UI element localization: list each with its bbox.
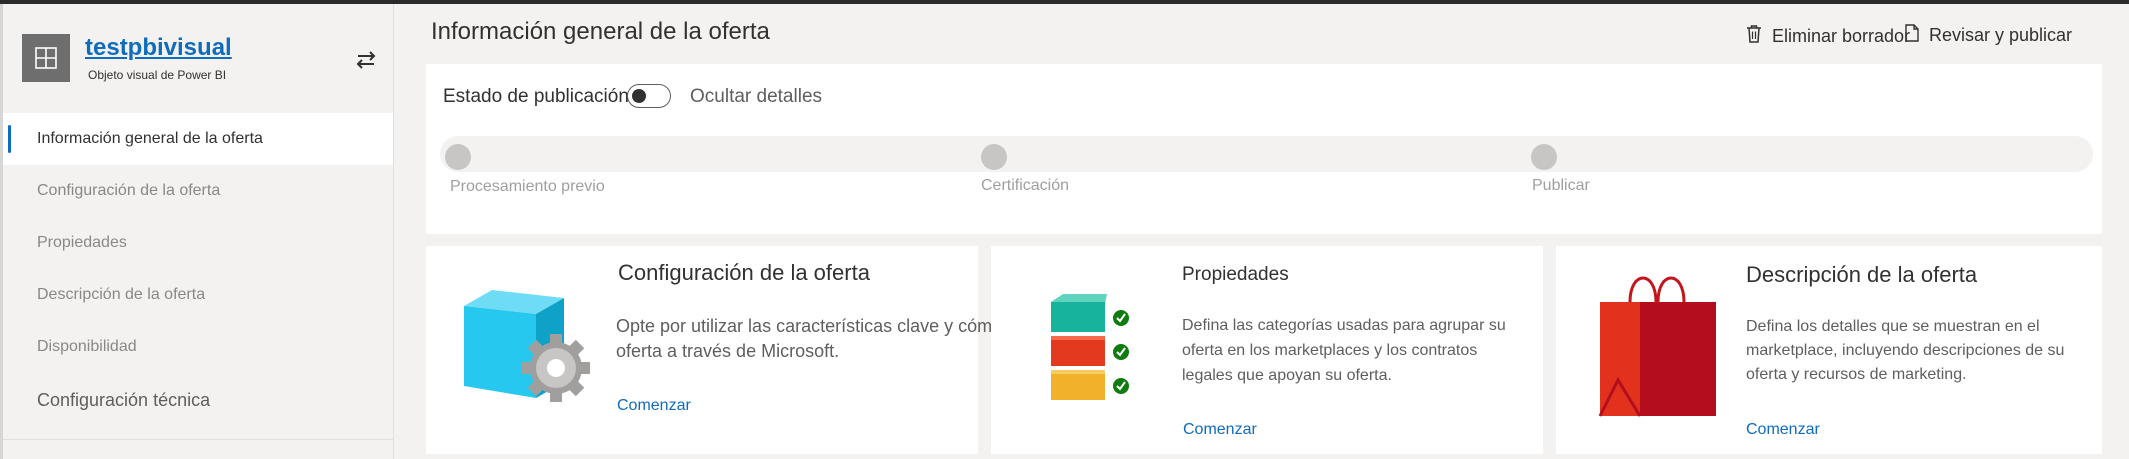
offer-setup-card: Configuración de la oferta Opte por util… xyxy=(426,246,1086,454)
sidebar-item-offer-listing[interactable]: Descripción de la oferta xyxy=(3,269,393,321)
card-title: Descripción de la oferta xyxy=(1746,262,1978,287)
sidebar-item-offer-setup[interactable]: Configuración de la oferta xyxy=(3,165,393,217)
sidebar-nav: Información general de la oferta Configu… xyxy=(3,113,393,427)
publish-status-label: Estado de publicación xyxy=(443,86,629,107)
document-icon xyxy=(1905,24,1919,47)
sidebar-item-properties[interactable]: Propiedades xyxy=(3,217,393,269)
step-dot-certification xyxy=(981,144,1007,170)
app-name-link[interactable]: testpbivisual xyxy=(85,34,232,62)
sidebar-divider xyxy=(3,439,393,440)
properties-card: Propiedades Defina las categorías usadas… xyxy=(991,246,1543,454)
step-label-preprocessing: Procesamiento previo xyxy=(450,178,605,195)
step-label-certification: Certificación xyxy=(981,177,1070,194)
sidebar-item-label: Descripción de la oferta xyxy=(37,286,206,303)
sidebar-item-technical-configuration[interactable]: Configuración técnica xyxy=(3,373,393,427)
start-link[interactable]: Comenzar xyxy=(617,397,691,415)
start-link[interactable]: Comenzar xyxy=(1183,421,1257,439)
sidebar-item-offer-overview[interactable]: Información general de la oferta xyxy=(3,113,393,165)
delete-draft-label: Eliminar borrador xyxy=(1772,25,1911,46)
step-dot-publish xyxy=(1531,144,1557,170)
offer-listing-card: Descripción de la oferta Defina los deta… xyxy=(1556,246,2102,454)
sidebar: testpbivisual Objeto visual de Power BI … xyxy=(0,4,394,459)
card-description: Defina los detalles que se muestran en e… xyxy=(1746,318,2065,383)
review-publish-label: Revisar y publicar xyxy=(1929,25,2073,45)
sidebar-item-label: Configuración técnica xyxy=(37,389,211,410)
delete-draft-button[interactable]: Eliminar borrador xyxy=(1746,24,1910,48)
app-tile-icon xyxy=(22,34,70,82)
sidebar-item-label: Configuración de la oferta xyxy=(37,182,221,199)
shopping-bag-icon xyxy=(1598,270,1718,423)
card-description: Defina las categorías usadas para agrupa… xyxy=(1182,317,1506,384)
step-dot-preprocessing xyxy=(445,144,471,170)
trash-icon xyxy=(1746,24,1762,48)
sidebar-item-label: Propiedades xyxy=(37,234,127,251)
publish-status-panel: Estado de publicación Ocultar detalles P… xyxy=(426,64,2102,234)
hide-details-label: Ocultar detalles xyxy=(690,86,823,107)
stacked-blocks-check-icon xyxy=(1049,292,1139,407)
page-title: Información general de la oferta xyxy=(431,18,770,45)
app-subtitle: Objeto visual de Power BI xyxy=(88,68,227,82)
sidebar-item-label: Información general de la oferta xyxy=(37,130,263,147)
sidebar-item-availability[interactable]: Disponibilidad xyxy=(3,321,393,373)
hide-details-toggle[interactable] xyxy=(627,84,671,108)
sidebar-item-label: Disponibilidad xyxy=(37,338,137,355)
step-label-publish: Publicar xyxy=(1532,177,1590,194)
progress-track xyxy=(440,136,2093,172)
switch-offer-icon[interactable] xyxy=(354,48,378,72)
review-publish-button[interactable]: Revisar y publicar xyxy=(1905,24,2072,47)
card-title: Propiedades xyxy=(1182,264,1289,285)
cube-gear-icon xyxy=(460,290,600,409)
card-title: Configuración de la oferta xyxy=(618,260,870,285)
start-link[interactable]: Comenzar xyxy=(1746,421,1820,439)
toggle-knob xyxy=(632,89,646,103)
